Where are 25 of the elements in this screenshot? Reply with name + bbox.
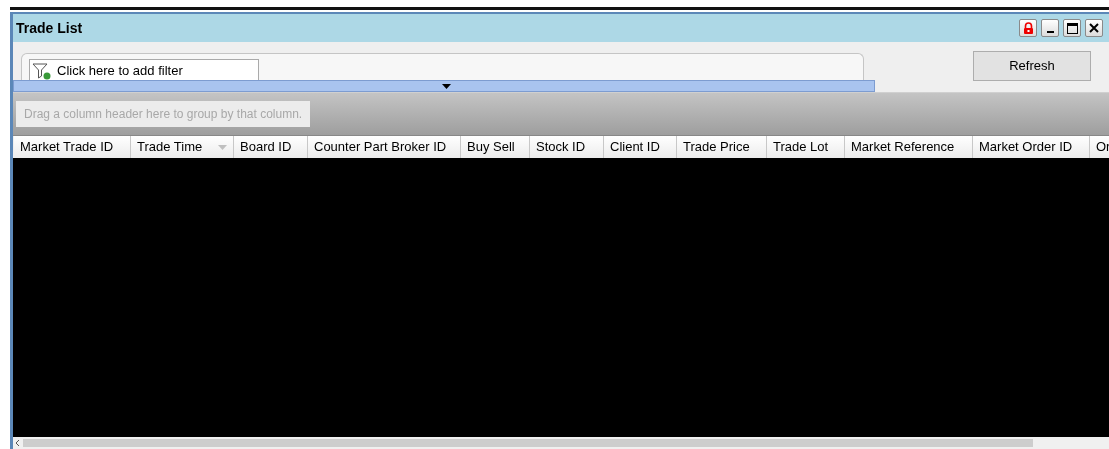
column-header[interactable]: Buy Sell bbox=[461, 136, 530, 158]
column-header[interactable]: Counter Part Broker ID bbox=[308, 136, 461, 158]
group-hint: Drag a column header here to group by that column. bbox=[16, 101, 311, 127]
column-header[interactable]: Market Order ID bbox=[973, 136, 1090, 158]
dropdown-arrow-icon bbox=[218, 144, 227, 150]
column-header[interactable]: Stock ID bbox=[530, 136, 604, 158]
collapse-arrow-icon bbox=[441, 83, 451, 89]
column-header[interactable]: Market Reference bbox=[845, 136, 973, 158]
column-header[interactable]: Trade Time bbox=[131, 136, 234, 158]
filter-icon bbox=[32, 61, 52, 80]
scrollbar-thumb[interactable] bbox=[23, 439, 1033, 447]
column-header[interactable]: Market Trade ID bbox=[14, 136, 131, 158]
column-header[interactable]: Client ID bbox=[604, 136, 677, 158]
minimize-button[interactable] bbox=[1041, 19, 1059, 37]
maximize-button[interactable] bbox=[1063, 19, 1081, 37]
window-title: Trade List bbox=[16, 18, 83, 38]
add-filter-button[interactable]: Click here to add filter bbox=[29, 59, 259, 81]
column-header[interactable]: Trade Price bbox=[677, 136, 767, 158]
close-icon bbox=[1089, 23, 1099, 33]
lock-icon bbox=[1022, 22, 1034, 34]
column-header[interactable]: Board ID bbox=[234, 136, 308, 158]
close-button[interactable] bbox=[1085, 19, 1103, 37]
refresh-button[interactable]: Refresh bbox=[973, 51, 1091, 81]
column-header[interactable]: Trade Lot bbox=[767, 136, 845, 158]
lock-button[interactable] bbox=[1019, 19, 1037, 37]
